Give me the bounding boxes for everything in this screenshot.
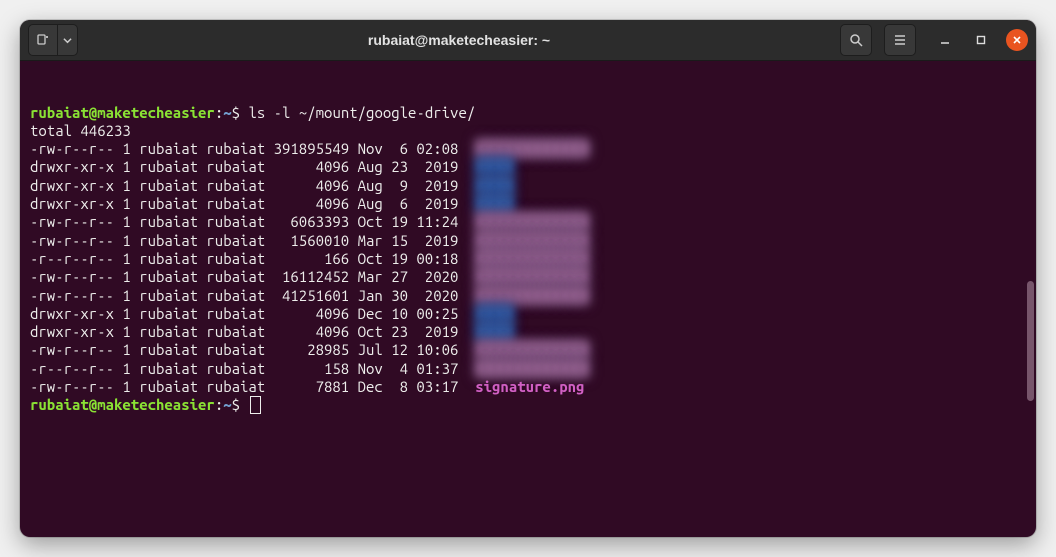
chevron-down-icon <box>63 36 72 45</box>
file-name-redacted: ████ <box>467 305 514 323</box>
maximize-button[interactable] <box>970 29 992 51</box>
search-icon <box>849 33 863 47</box>
listing-meta: drwxr-xr-x 1 rubaiat rubaiat 4096 Aug 6 … <box>30 195 467 213</box>
file-name-redacted: ████████████ <box>467 140 589 158</box>
listing-row: -rw-r--r-- 1 rubaiat rubaiat 28985 Jul 1… <box>30 341 1026 359</box>
listing-row: -rw-r--r-- 1 rubaiat rubaiat 6063393 Oct… <box>30 213 1026 231</box>
file-name-redacted: ████████████ <box>467 232 589 250</box>
total-line: total 446233 <box>30 122 1026 140</box>
minimize-icon <box>939 34 951 46</box>
prompt-line: rubaiat@maketecheasier​:~$ ls -l ~/mount… <box>30 104 1026 122</box>
listing-meta: -rw-r--r-- 1 rubaiat rubaiat 7881 Dec 8 … <box>30 378 467 396</box>
listing-meta: -rw-r--r-- 1 rubaiat rubaiat 6063393 Oct… <box>30 213 467 231</box>
new-tab-icon <box>37 34 49 46</box>
listing-meta: drwxr-xr-x 1 rubaiat rubaiat 4096 Aug 23… <box>30 158 467 176</box>
listing-row: -rw-r--r-- 1 rubaiat rubaiat 41251601 Ja… <box>30 287 1026 305</box>
file-name: signature.png <box>467 378 585 396</box>
listing-meta: -r--r--r-- 1 rubaiat rubaiat 166 Oct 19 … <box>30 250 467 268</box>
terminal-window: rubaiat@maketecheasier: ~ rubai <box>20 20 1036 537</box>
hamburger-menu-button[interactable] <box>884 24 916 56</box>
close-icon <box>1011 34 1023 46</box>
prompt-userhost: rubaiat@maketecheasier <box>30 104 215 122</box>
typed-command: ls -l ~/mount/google-drive/ <box>248 104 475 122</box>
prompt-sep: : <box>215 104 223 122</box>
prompt-userhost: rubaiat@maketecheasier <box>30 396 215 414</box>
listing-meta: drwxr-xr-x 1 rubaiat rubaiat 4096 Aug 9 … <box>30 177 467 195</box>
file-name-redacted: ████████████ <box>467 360 589 378</box>
listing-row: -r--r--r-- 1 rubaiat rubaiat 158 Nov 4 0… <box>30 360 1026 378</box>
tab-menu-button[interactable] <box>58 24 78 56</box>
listing-meta: -rw-r--r-- 1 rubaiat rubaiat 41251601 Ja… <box>30 287 467 305</box>
listing-row: drwxr-xr-x 1 rubaiat rubaiat 4096 Aug 6 … <box>30 195 1026 213</box>
new-tab-button[interactable] <box>28 24 58 56</box>
listing-meta: -rw-r--r-- 1 rubaiat rubaiat 391895549 N… <box>30 140 467 158</box>
file-name-redacted: ████ <box>467 195 514 213</box>
minimize-button[interactable] <box>934 29 956 51</box>
close-button[interactable] <box>1006 29 1028 51</box>
file-name-redacted: ████ <box>467 177 514 195</box>
titlebar: rubaiat@maketecheasier: ~ <box>20 20 1036 61</box>
scrollbar-thumb[interactable] <box>1027 281 1034 401</box>
prompt-path: ~ <box>223 396 231 414</box>
prompt-line: rubaiat@maketecheasier​:~$ <box>30 396 1026 414</box>
file-name-redacted: ████████████ <box>467 287 589 305</box>
listing-row: -r--r--r-- 1 rubaiat rubaiat 166 Oct 19 … <box>30 250 1026 268</box>
listing-row: drwxr-xr-x 1 rubaiat rubaiat 4096 Oct 23… <box>30 323 1026 341</box>
prompt-suffix: $ <box>232 396 249 414</box>
file-name-redacted: ████████████ <box>467 341 589 359</box>
prompt-path: ~ <box>223 104 231 122</box>
listing-meta: -rw-r--r-- 1 rubaiat rubaiat 28985 Jul 1… <box>30 341 467 359</box>
listing-meta: drwxr-xr-x 1 rubaiat rubaiat 4096 Dec 10… <box>30 305 467 323</box>
file-name-redacted: ████████████ <box>467 213 589 231</box>
hamburger-icon <box>893 33 907 47</box>
file-name-redacted: ████ <box>467 158 514 176</box>
terminal-body[interactable]: rubaiat@maketecheasier​:~$ ls -l ~/mount… <box>20 61 1036 537</box>
cursor <box>250 396 261 414</box>
maximize-icon <box>975 34 987 46</box>
file-name-redacted: ████████████ <box>467 268 589 286</box>
listing-meta: -r--r--r-- 1 rubaiat rubaiat 158 Nov 4 0… <box>30 360 467 378</box>
file-name-redacted: ████ <box>467 323 514 341</box>
listing-row: drwxr-xr-x 1 rubaiat rubaiat 4096 Aug 9 … <box>30 177 1026 195</box>
listing-meta: drwxr-xr-x 1 rubaiat rubaiat 4096 Oct 23… <box>30 323 467 341</box>
listing-row: -rw-r--r-- 1 rubaiat rubaiat 16112452 Ma… <box>30 268 1026 286</box>
listing-meta: -rw-r--r-- 1 rubaiat rubaiat 1560010 Mar… <box>30 232 467 250</box>
listing-row: drwxr-xr-x 1 rubaiat rubaiat 4096 Dec 10… <box>30 305 1026 323</box>
search-button[interactable] <box>840 24 872 56</box>
window-title: rubaiat@maketecheasier: ~ <box>78 32 840 48</box>
listing-meta: -rw-r--r-- 1 rubaiat rubaiat 16112452 Ma… <box>30 268 467 286</box>
file-name-redacted: ████████████ <box>467 250 589 268</box>
listing-row: drwxr-xr-x 1 rubaiat rubaiat 4096 Aug 23… <box>30 158 1026 176</box>
listing-row: -rw-r--r-- 1 rubaiat rubaiat 7881 Dec 8 … <box>30 378 1026 396</box>
listing-row: -rw-r--r-- 1 rubaiat rubaiat 391895549 N… <box>30 140 1026 158</box>
listing-row: -rw-r--r-- 1 rubaiat rubaiat 1560010 Mar… <box>30 232 1026 250</box>
prompt-suffix: $ <box>232 104 249 122</box>
prompt-sep: : <box>215 396 223 414</box>
